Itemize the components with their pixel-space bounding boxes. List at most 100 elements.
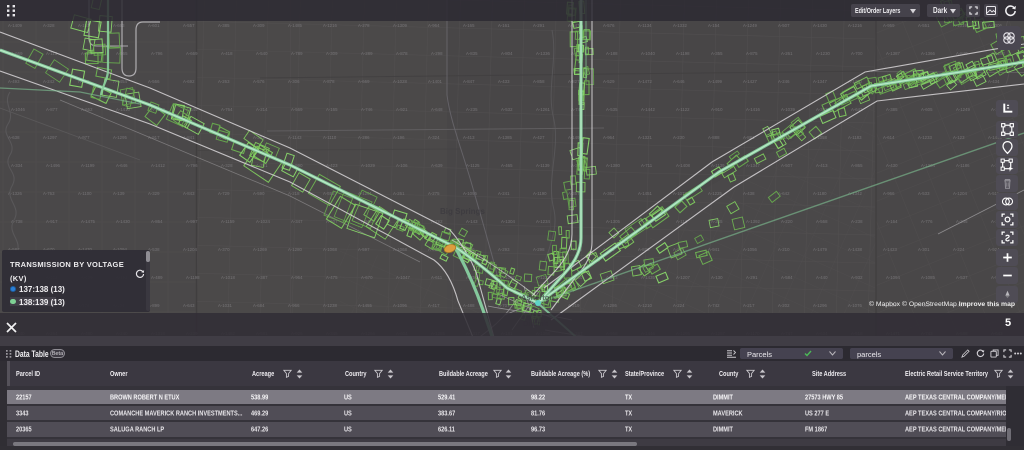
svg-text:A-1207: A-1207 — [676, 275, 690, 280]
svg-text:A-605: A-605 — [921, 107, 933, 112]
svg-text:A-489: A-489 — [151, 275, 163, 280]
svg-text:A-878: A-878 — [396, 51, 408, 56]
svg-text:A-370: A-370 — [218, 247, 230, 252]
svg-text:A-692: A-692 — [183, 79, 195, 84]
svg-text:A-875: A-875 — [746, 51, 758, 56]
svg-text:A-385: A-385 — [218, 23, 230, 28]
svg-text:A-997: A-997 — [186, 219, 198, 224]
svg-text:A-910: A-910 — [711, 107, 723, 112]
svg-text:A-261: A-261 — [781, 51, 793, 56]
svg-text:A-1159: A-1159 — [221, 219, 235, 224]
svg-text:A-188: A-188 — [606, 51, 618, 56]
svg-text:A-1249: A-1249 — [956, 107, 970, 112]
svg-text:A-362: A-362 — [603, 191, 615, 196]
svg-text:A-1204: A-1204 — [921, 163, 935, 168]
svg-text:A-529: A-529 — [603, 79, 615, 84]
svg-text:A-298: A-298 — [533, 247, 545, 252]
svg-text:A-241: A-241 — [498, 191, 510, 196]
svg-text:A-1304: A-1304 — [501, 219, 515, 224]
svg-text:A-941: A-941 — [708, 247, 720, 252]
svg-text:A-1110: A-1110 — [323, 135, 337, 140]
svg-text:A-1305: A-1305 — [606, 219, 620, 224]
svg-text:A-1427: A-1427 — [743, 79, 757, 84]
svg-text:A-218: A-218 — [288, 191, 300, 196]
svg-text:A-210: A-210 — [778, 247, 790, 252]
svg-text:A-1139: A-1139 — [536, 163, 550, 168]
svg-text:A-143: A-143 — [466, 219, 478, 224]
svg-text:A-700: A-700 — [851, 51, 863, 56]
svg-text:A-1216: A-1216 — [848, 23, 862, 28]
svg-text:A-1085: A-1085 — [921, 275, 935, 280]
svg-text:A-1198: A-1198 — [676, 51, 690, 56]
svg-text:A-576: A-576 — [603, 23, 615, 28]
svg-text:A-966: A-966 — [883, 191, 895, 196]
svg-text:A-235: A-235 — [466, 107, 478, 112]
svg-text:A-328: A-328 — [221, 163, 233, 168]
svg-text:A-804: A-804 — [501, 51, 513, 56]
svg-text:A-796: A-796 — [186, 163, 198, 168]
svg-text:A-1249: A-1249 — [743, 23, 757, 28]
svg-text:A-324: A-324 — [428, 135, 440, 140]
svg-text:A-1347: A-1347 — [813, 79, 827, 84]
svg-text:A-246: A-246 — [778, 79, 790, 84]
svg-text:A-309: A-309 — [326, 51, 338, 56]
svg-text:A-1186: A-1186 — [956, 163, 970, 168]
svg-text:A-106: A-106 — [396, 163, 408, 168]
svg-text:A-1018: A-1018 — [221, 275, 235, 280]
svg-text:A-306: A-306 — [288, 79, 300, 84]
svg-text:A-1442: A-1442 — [641, 107, 655, 112]
svg-text:A-1451: A-1451 — [638, 191, 652, 196]
svg-text:Big Springs: Big Springs — [440, 207, 485, 216]
svg-text:A-465: A-465 — [501, 163, 513, 168]
svg-text:A-789: A-789 — [291, 51, 303, 56]
svg-text:A-291: A-291 — [533, 23, 545, 28]
svg-text:A-1134: A-1134 — [638, 23, 652, 28]
svg-text:A-1100: A-1100 — [78, 191, 92, 196]
svg-text:A-413: A-413 — [816, 163, 828, 168]
svg-text:A-1347: A-1347 — [746, 163, 760, 168]
svg-text:A-430: A-430 — [886, 163, 898, 168]
svg-text:A-847: A-847 — [463, 79, 475, 84]
svg-text:A-1125: A-1125 — [466, 163, 480, 168]
svg-text:A-670: A-670 — [361, 275, 373, 280]
svg-text:A-1309: A-1309 — [393, 23, 407, 28]
svg-text:A-533: A-533 — [918, 191, 930, 196]
svg-text:A-1029: A-1029 — [361, 163, 375, 168]
svg-text:A-291: A-291 — [746, 275, 758, 280]
svg-text:A-278: A-278 — [358, 23, 370, 28]
svg-text:A-427: A-427 — [533, 135, 545, 140]
svg-text:A-263: A-263 — [218, 79, 230, 84]
svg-text:A-638: A-638 — [8, 135, 20, 140]
svg-text:A-1269: A-1269 — [253, 247, 267, 252]
svg-text:A-301: A-301 — [918, 247, 930, 252]
svg-text:A-601: A-601 — [148, 23, 160, 28]
svg-text:A-796: A-796 — [151, 51, 163, 56]
svg-text:A-865: A-865 — [851, 163, 863, 168]
svg-text:A-214: A-214 — [256, 107, 268, 112]
svg-text:A-1423: A-1423 — [883, 247, 897, 252]
svg-text:A-261: A-261 — [393, 191, 405, 196]
svg-text:A-557: A-557 — [183, 23, 195, 28]
svg-text:A-669: A-669 — [186, 51, 198, 56]
svg-text:A-123: A-123 — [953, 135, 965, 140]
svg-text:A-1380: A-1380 — [606, 163, 620, 168]
svg-text:A-1190: A-1190 — [533, 191, 547, 196]
svg-text:A-165: A-165 — [326, 107, 338, 112]
svg-text:A-507: A-507 — [778, 23, 790, 28]
svg-text:A-566: A-566 — [148, 79, 160, 84]
svg-text:A-1385: A-1385 — [498, 135, 512, 140]
svg-text:A-932: A-932 — [851, 275, 863, 280]
svg-text:A-438: A-438 — [743, 191, 755, 196]
svg-text:A-289: A-289 — [361, 51, 373, 56]
svg-text:A-646: A-646 — [116, 163, 128, 168]
svg-text:A-1410: A-1410 — [116, 107, 130, 112]
svg-text:A-614: A-614 — [883, 135, 895, 140]
svg-text:A-1409: A-1409 — [8, 23, 22, 28]
svg-text:A-1180: A-1180 — [813, 191, 827, 196]
svg-text:A-1233: A-1233 — [918, 135, 932, 140]
svg-text:A-576: A-576 — [253, 79, 265, 84]
svg-text:A-642: A-642 — [851, 107, 863, 112]
svg-text:A-242: A-242 — [43, 79, 55, 84]
svg-text:A-1227: A-1227 — [536, 275, 550, 280]
svg-text:A-1430: A-1430 — [116, 219, 130, 224]
